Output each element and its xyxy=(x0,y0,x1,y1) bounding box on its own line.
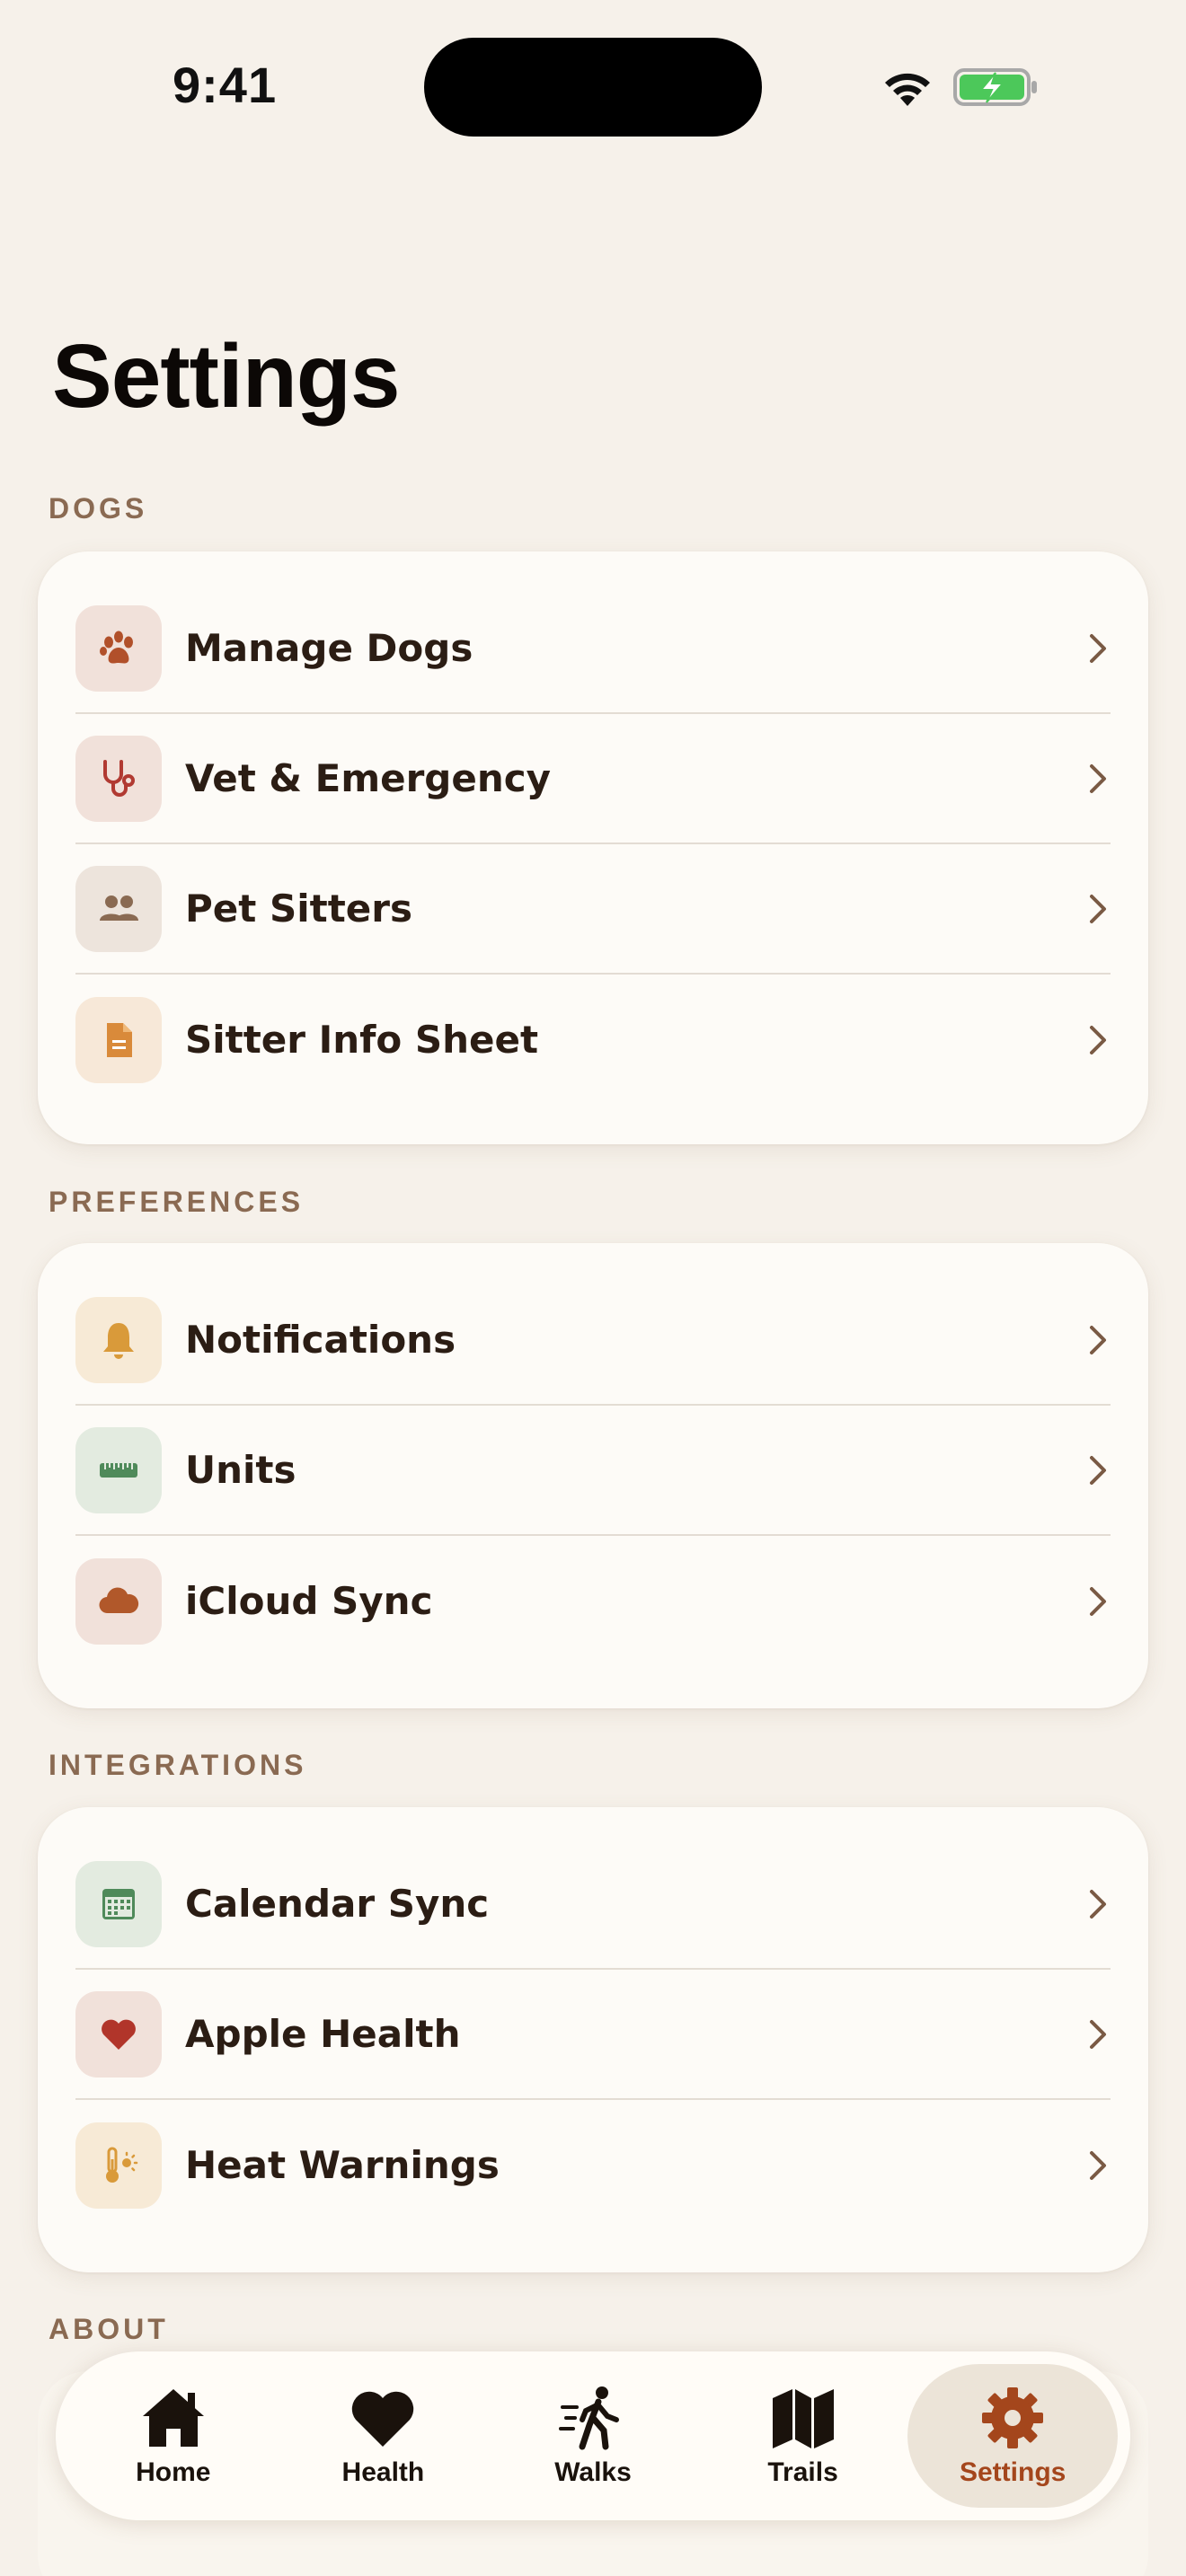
row-label: Heat Warnings xyxy=(185,2143,500,2187)
chevron-right-icon xyxy=(1090,1586,1106,1616)
tab-bar: Home Health Walks Trails Settings xyxy=(56,2351,1130,2520)
row-label: Calendar Sync xyxy=(185,1882,490,1926)
tab-home[interactable]: Home xyxy=(68,2364,279,2508)
ruler-icon xyxy=(75,1426,162,1513)
section-label-dogs: DOGS xyxy=(49,492,148,525)
settings-row-notifications[interactable]: Notifications xyxy=(75,1275,1111,1406)
tab-walks[interactable]: Walks xyxy=(488,2364,698,2508)
page-title: Settings xyxy=(52,326,400,427)
document-icon xyxy=(75,996,162,1083)
chevron-right-icon xyxy=(1090,763,1106,793)
chevron-right-icon xyxy=(1090,2150,1106,2180)
walking-person-icon xyxy=(558,2386,619,2450)
chevron-right-icon xyxy=(1090,1325,1106,1354)
tab-label: Settings xyxy=(959,2457,1067,2487)
bell-icon xyxy=(75,1296,162,1383)
tab-label: Walks xyxy=(554,2457,632,2487)
settings-row-heat-warnings[interactable]: Heat Warnings xyxy=(75,2100,1111,2230)
row-label: Vet & Emergency xyxy=(185,756,552,800)
dogs-card: Manage Dogs Vet & Emergency Pet Sitters … xyxy=(38,551,1148,1144)
chevron-right-icon xyxy=(1090,1025,1106,1054)
tab-trails[interactable]: Trails xyxy=(698,2364,908,2508)
row-label: iCloud Sync xyxy=(185,1579,433,1623)
gear-icon xyxy=(982,2387,1044,2448)
chevron-right-icon xyxy=(1090,633,1106,663)
tab-settings[interactable]: Settings xyxy=(907,2364,1118,2508)
battery-charging-icon xyxy=(953,68,1037,106)
settings-row-icloud-sync[interactable]: iCloud Sync xyxy=(75,1536,1111,1666)
settings-row-pet-sitters[interactable]: Pet Sitters xyxy=(75,844,1111,975)
heart-icon xyxy=(75,1990,162,2078)
preferences-card: Notifications Units iCloud Sync xyxy=(38,1243,1148,1708)
chevron-right-icon xyxy=(1090,2019,1106,2049)
settings-row-manage-dogs[interactable]: Manage Dogs xyxy=(75,584,1111,714)
row-label: Pet Sitters xyxy=(185,887,412,931)
settings-row-sitter-info-sheet[interactable]: Sitter Info Sheet xyxy=(75,975,1111,1105)
dynamic-island xyxy=(424,38,762,137)
calendar-icon xyxy=(75,1860,162,1947)
row-label: Sitter Info Sheet xyxy=(185,1018,539,1062)
status-time: 9:41 xyxy=(173,57,278,113)
cloud-icon xyxy=(75,1557,162,1645)
chevron-right-icon xyxy=(1090,894,1106,923)
row-label: Notifications xyxy=(185,1318,456,1362)
status-bar: 9:41 xyxy=(0,0,1186,180)
section-label-integrations: INTEGRATIONS xyxy=(49,1749,307,1781)
tab-label: Trails xyxy=(767,2457,838,2487)
row-label: Apple Health xyxy=(185,2012,461,2056)
house-icon xyxy=(142,2389,204,2447)
settings-row-units[interactable]: Units xyxy=(75,1406,1111,1536)
settings-row-vet-emergency[interactable]: Vet & Emergency xyxy=(75,714,1111,844)
tab-health[interactable]: Health xyxy=(279,2364,489,2508)
integrations-card: Calendar Sync Apple Health Heat Warnings xyxy=(38,1807,1148,2272)
thermometer-sun-icon xyxy=(75,2122,162,2209)
map-icon xyxy=(772,2389,834,2448)
row-label: Manage Dogs xyxy=(185,626,474,670)
tab-label: Home xyxy=(136,2457,211,2487)
wifi-icon xyxy=(885,73,930,106)
paw-icon xyxy=(75,604,162,692)
settings-row-apple-health[interactable]: Apple Health xyxy=(75,1970,1111,2100)
section-label-about: ABOUT xyxy=(49,2313,169,2345)
chevron-right-icon xyxy=(1090,1889,1106,1919)
row-label: Units xyxy=(185,1448,296,1492)
section-label-preferences: PREFERENCES xyxy=(49,1186,305,1218)
stethoscope-icon xyxy=(75,735,162,822)
people-icon xyxy=(75,865,162,952)
heart-icon xyxy=(352,2391,414,2447)
settings-row-calendar-sync[interactable]: Calendar Sync xyxy=(75,1839,1111,1970)
tab-label: Health xyxy=(341,2457,425,2487)
chevron-right-icon xyxy=(1090,1455,1106,1485)
